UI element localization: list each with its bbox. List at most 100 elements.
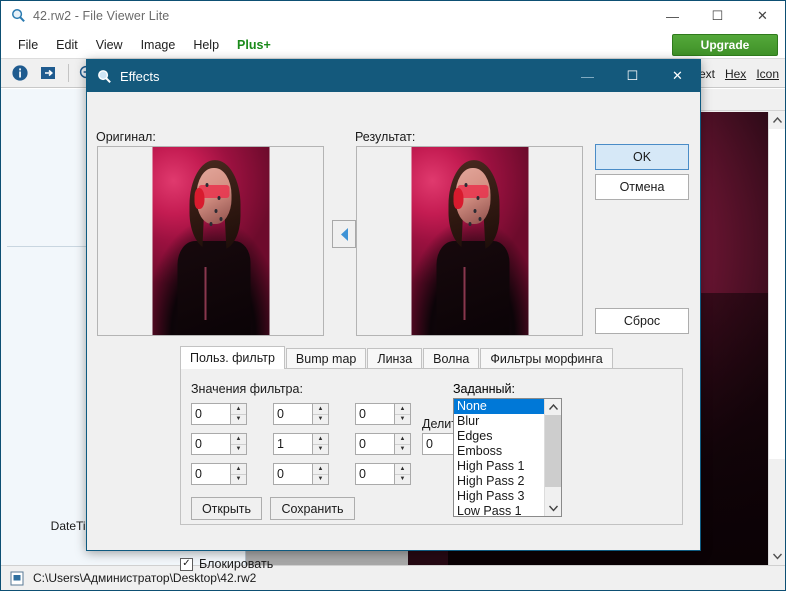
preset-scrollbar[interactable]	[544, 399, 561, 516]
filter-cell-0-2[interactable]: 0 ▲ ▼	[355, 403, 411, 425]
filter-cell-0-1[interactable]: 0 ▲ ▼	[273, 403, 329, 425]
spin-down-icon[interactable]: ▼	[231, 444, 246, 454]
list-item[interactable]: High Pass 2	[454, 474, 544, 489]
list-item[interactable]: None	[454, 399, 544, 414]
filter-cell-input[interactable]: 0	[355, 403, 394, 425]
dialog-window-controls: — ☐ ✕	[565, 60, 700, 92]
spin-up-icon[interactable]: ▲	[231, 404, 246, 415]
tab-lens[interactable]: Линза	[367, 348, 423, 369]
filter-cell-2-0[interactable]: 0 ▲ ▼	[191, 463, 247, 485]
filter-cell-0-0[interactable]: 0 ▲ ▼	[191, 403, 247, 425]
tab-custom-filter[interactable]: Польз. фильтр	[180, 346, 285, 369]
spin-up-icon[interactable]: ▲	[313, 464, 328, 475]
filter-cell-input[interactable]: 1	[273, 433, 312, 455]
spin-up-icon[interactable]: ▲	[231, 434, 246, 445]
view-mode-icon[interactable]: Icon	[756, 67, 779, 81]
filter-cell-input[interactable]: 0	[273, 463, 312, 485]
filter-cell-input[interactable]: 0	[273, 403, 312, 425]
view-mode-hex[interactable]: Hex	[725, 67, 746, 81]
spinner-buttons[interactable]: ▲▼	[394, 403, 411, 425]
open-external-icon[interactable]	[35, 61, 61, 85]
scroll-down-icon[interactable]	[769, 548, 785, 565]
filter-cell-input[interactable]: 0	[355, 463, 394, 485]
spinner-buttons[interactable]: ▲▼	[230, 433, 247, 455]
lock-checkbox-row[interactable]: ✓ Блокировать	[180, 557, 273, 571]
list-item[interactable]: Low Pass 1	[454, 504, 544, 516]
minimize-button[interactable]: —	[650, 1, 695, 31]
file-icon	[9, 570, 25, 586]
spin-up-icon[interactable]: ▲	[395, 434, 410, 445]
filter-cell-2-1[interactable]: 0 ▲ ▼	[273, 463, 329, 485]
lock-checkbox[interactable]: ✓	[180, 557, 193, 571]
spinner-buttons[interactable]: ▲▼	[394, 463, 411, 485]
maximize-button[interactable]: ☐	[695, 1, 740, 31]
spin-down-icon[interactable]: ▼	[395, 444, 410, 454]
scrollbar-thumb[interactable]	[545, 415, 561, 487]
filter-cell-1-0[interactable]: 0 ▲ ▼	[191, 433, 247, 455]
spin-down-icon[interactable]: ▼	[231, 474, 246, 484]
menu-plus[interactable]: Plus+	[228, 34, 280, 56]
list-item[interactable]: Emboss	[454, 444, 544, 459]
filter-cell-input[interactable]: 0	[191, 433, 230, 455]
scroll-up-icon[interactable]	[769, 112, 785, 129]
scroll-down-icon[interactable]	[545, 500, 561, 516]
menu-image[interactable]: Image	[132, 34, 185, 56]
apply-to-result-button[interactable]	[332, 220, 356, 248]
list-item[interactable]: High Pass 3	[454, 489, 544, 504]
spin-down-icon[interactable]: ▼	[313, 444, 328, 454]
spin-up-icon[interactable]: ▲	[313, 434, 328, 445]
spinner-buttons[interactable]: ▲▼	[230, 403, 247, 425]
spin-down-icon[interactable]: ▼	[395, 474, 410, 484]
spin-down-icon[interactable]: ▼	[313, 474, 328, 484]
spin-up-icon[interactable]: ▲	[395, 464, 410, 475]
menu-file[interactable]: File	[9, 34, 47, 56]
list-item[interactable]: Blur	[454, 414, 544, 429]
view-mode-text[interactable]: ext	[699, 67, 715, 81]
tab-bump-map[interactable]: Bump map	[285, 348, 367, 369]
dialog-close-button[interactable]: ✕	[655, 60, 700, 92]
dialog-minimize-button[interactable]: —	[565, 60, 610, 92]
spin-up-icon[interactable]: ▲	[231, 464, 246, 475]
reset-button[interactable]: Сброс	[595, 308, 689, 334]
spinner-buttons[interactable]: ▲▼	[312, 433, 329, 455]
spin-down-icon[interactable]: ▼	[395, 414, 410, 424]
save-filter-button[interactable]: Сохранить	[270, 497, 355, 520]
filter-cell-1-2[interactable]: 0 ▲ ▼	[355, 433, 411, 455]
spinner-buttons[interactable]: ▲▼	[394, 433, 411, 455]
spinner-buttons[interactable]: ▲▼	[312, 403, 329, 425]
spin-down-icon[interactable]: ▼	[231, 414, 246, 424]
spin-up-icon[interactable]: ▲	[313, 404, 328, 415]
result-preview[interactable]	[356, 146, 583, 336]
filter-cell-input[interactable]: 0	[191, 463, 230, 485]
preview-vertical-scrollbar[interactable]	[768, 112, 785, 565]
photo-torso	[177, 241, 251, 335]
scrollbar-thumb[interactable]	[769, 129, 785, 459]
ok-button[interactable]: OK	[595, 144, 689, 170]
menu-view[interactable]: View	[87, 34, 132, 56]
dialog-title: Effects	[120, 68, 160, 84]
menu-edit[interactable]: Edit	[47, 34, 87, 56]
tab-morphing-filters[interactable]: Фильтры морфинга	[480, 348, 613, 369]
list-item[interactable]: Edges	[454, 429, 544, 444]
spin-down-icon[interactable]: ▼	[313, 414, 328, 424]
tab-wave[interactable]: Волна	[423, 348, 480, 369]
upgrade-button[interactable]: Upgrade	[672, 34, 778, 56]
original-preview[interactable]	[97, 146, 324, 336]
dialog-body: Оригинал: Результат: OK Отмена Сброс Пол…	[87, 92, 700, 571]
filter-cell-input[interactable]: 0	[191, 403, 230, 425]
preset-listbox[interactable]: None Blur Edges Emboss High Pass 1 High …	[453, 398, 562, 517]
filter-cell-2-2[interactable]: 0 ▲ ▼	[355, 463, 411, 485]
info-icon[interactable]	[7, 61, 33, 85]
list-item[interactable]: High Pass 1	[454, 459, 544, 474]
menu-help[interactable]: Help	[184, 34, 228, 56]
dialog-maximize-button[interactable]: ☐	[610, 60, 655, 92]
spinner-buttons[interactable]: ▲▼	[230, 463, 247, 485]
scroll-up-icon[interactable]	[545, 399, 561, 415]
close-button[interactable]: ✕	[740, 1, 785, 31]
spin-up-icon[interactable]: ▲	[395, 404, 410, 415]
filter-cell-1-1[interactable]: 1 ▲ ▼	[273, 433, 329, 455]
filter-cell-input[interactable]: 0	[355, 433, 394, 455]
open-filter-button[interactable]: Открыть	[191, 497, 262, 520]
cancel-button[interactable]: Отмена	[595, 174, 689, 200]
spinner-buttons[interactable]: ▲▼	[312, 463, 329, 485]
